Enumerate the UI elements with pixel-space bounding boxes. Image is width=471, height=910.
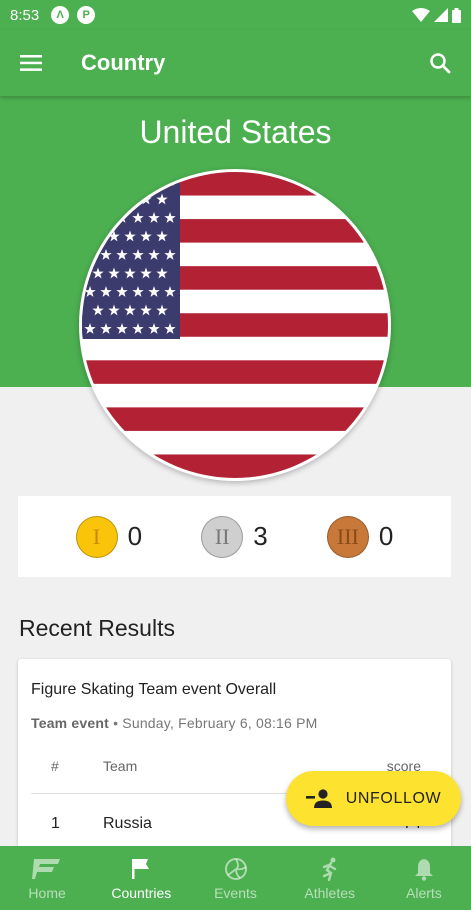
nav-events[interactable]: Events xyxy=(188,846,282,910)
silver-count: 3 xyxy=(253,521,268,551)
unfollow-button[interactable]: UNFOLLOW xyxy=(286,771,461,826)
signal-icon xyxy=(434,8,448,22)
event-date: Sunday, February 6, 08:16 PM xyxy=(122,715,318,731)
home-logo-icon xyxy=(32,858,61,879)
meta-separator: • xyxy=(113,715,119,731)
bronze-medal-icon: III xyxy=(326,515,369,558)
gold-medal-count: I 0 xyxy=(75,515,143,558)
status-bar: 8:53 Λ P xyxy=(0,0,471,30)
nav-athletes[interactable]: Athletes xyxy=(283,846,377,910)
country-name: United States xyxy=(139,114,332,150)
nav-alerts-label: Alerts xyxy=(406,884,442,901)
unfollow-label: UNFOLLOW xyxy=(345,789,442,807)
status-icons xyxy=(412,7,461,23)
search-icon xyxy=(430,53,451,74)
gold-medal-icon: I xyxy=(75,515,118,558)
silver-medal-count: II 3 xyxy=(201,515,268,558)
medal-count-card: I 0 II 3 III 0 xyxy=(18,496,451,577)
status-time: 8:53 xyxy=(10,6,40,24)
row-team: Russia xyxy=(103,815,152,832)
app-notification-icon: P xyxy=(77,6,96,24)
column-rank: # xyxy=(51,758,59,774)
menu-icon xyxy=(20,55,42,71)
volleyball-icon xyxy=(224,857,247,880)
country-flag xyxy=(79,169,391,481)
battery-icon xyxy=(452,7,461,23)
flag-icon xyxy=(132,858,150,879)
app-bar: Country xyxy=(0,30,471,96)
wifi-icon xyxy=(412,8,430,22)
vpn-key-icon: Λ xyxy=(51,6,70,24)
menu-button[interactable] xyxy=(0,30,62,96)
bronze-count: 0 xyxy=(378,521,394,551)
bell-icon xyxy=(414,858,433,881)
bottom-navigation: Home Countries Events Athletes Alerts xyxy=(0,846,471,910)
nav-countries-label: Countries xyxy=(111,884,172,901)
event-title: Figure Skating Team event Overall xyxy=(31,681,277,698)
us-flag-icon xyxy=(82,172,388,478)
column-team: Team xyxy=(103,758,138,774)
bronze-medal-count: III 0 xyxy=(326,515,394,558)
nav-home[interactable]: Home xyxy=(0,846,94,910)
event-type: Team event xyxy=(31,715,109,731)
nav-countries[interactable]: Countries xyxy=(94,846,188,910)
nav-athletes-label: Athletes xyxy=(304,884,355,901)
silver-medal-icon: II xyxy=(201,515,244,558)
runner-icon xyxy=(322,857,336,881)
app-title: Country xyxy=(81,50,166,75)
search-button[interactable] xyxy=(409,30,471,96)
event-meta: Team event • Sunday, February 6, 08:16 P… xyxy=(31,715,318,731)
gold-count: 0 xyxy=(127,521,143,551)
nav-home-label: Home xyxy=(28,884,66,901)
nav-alerts[interactable]: Alerts xyxy=(377,846,471,910)
row-rank: 1 xyxy=(51,815,60,832)
result-card[interactable]: Figure Skating Team event Overall Team e… xyxy=(18,659,451,859)
nav-events-label: Events xyxy=(214,884,257,901)
recent-results-heading: Recent Results xyxy=(19,615,175,641)
person-remove-icon xyxy=(305,788,332,808)
